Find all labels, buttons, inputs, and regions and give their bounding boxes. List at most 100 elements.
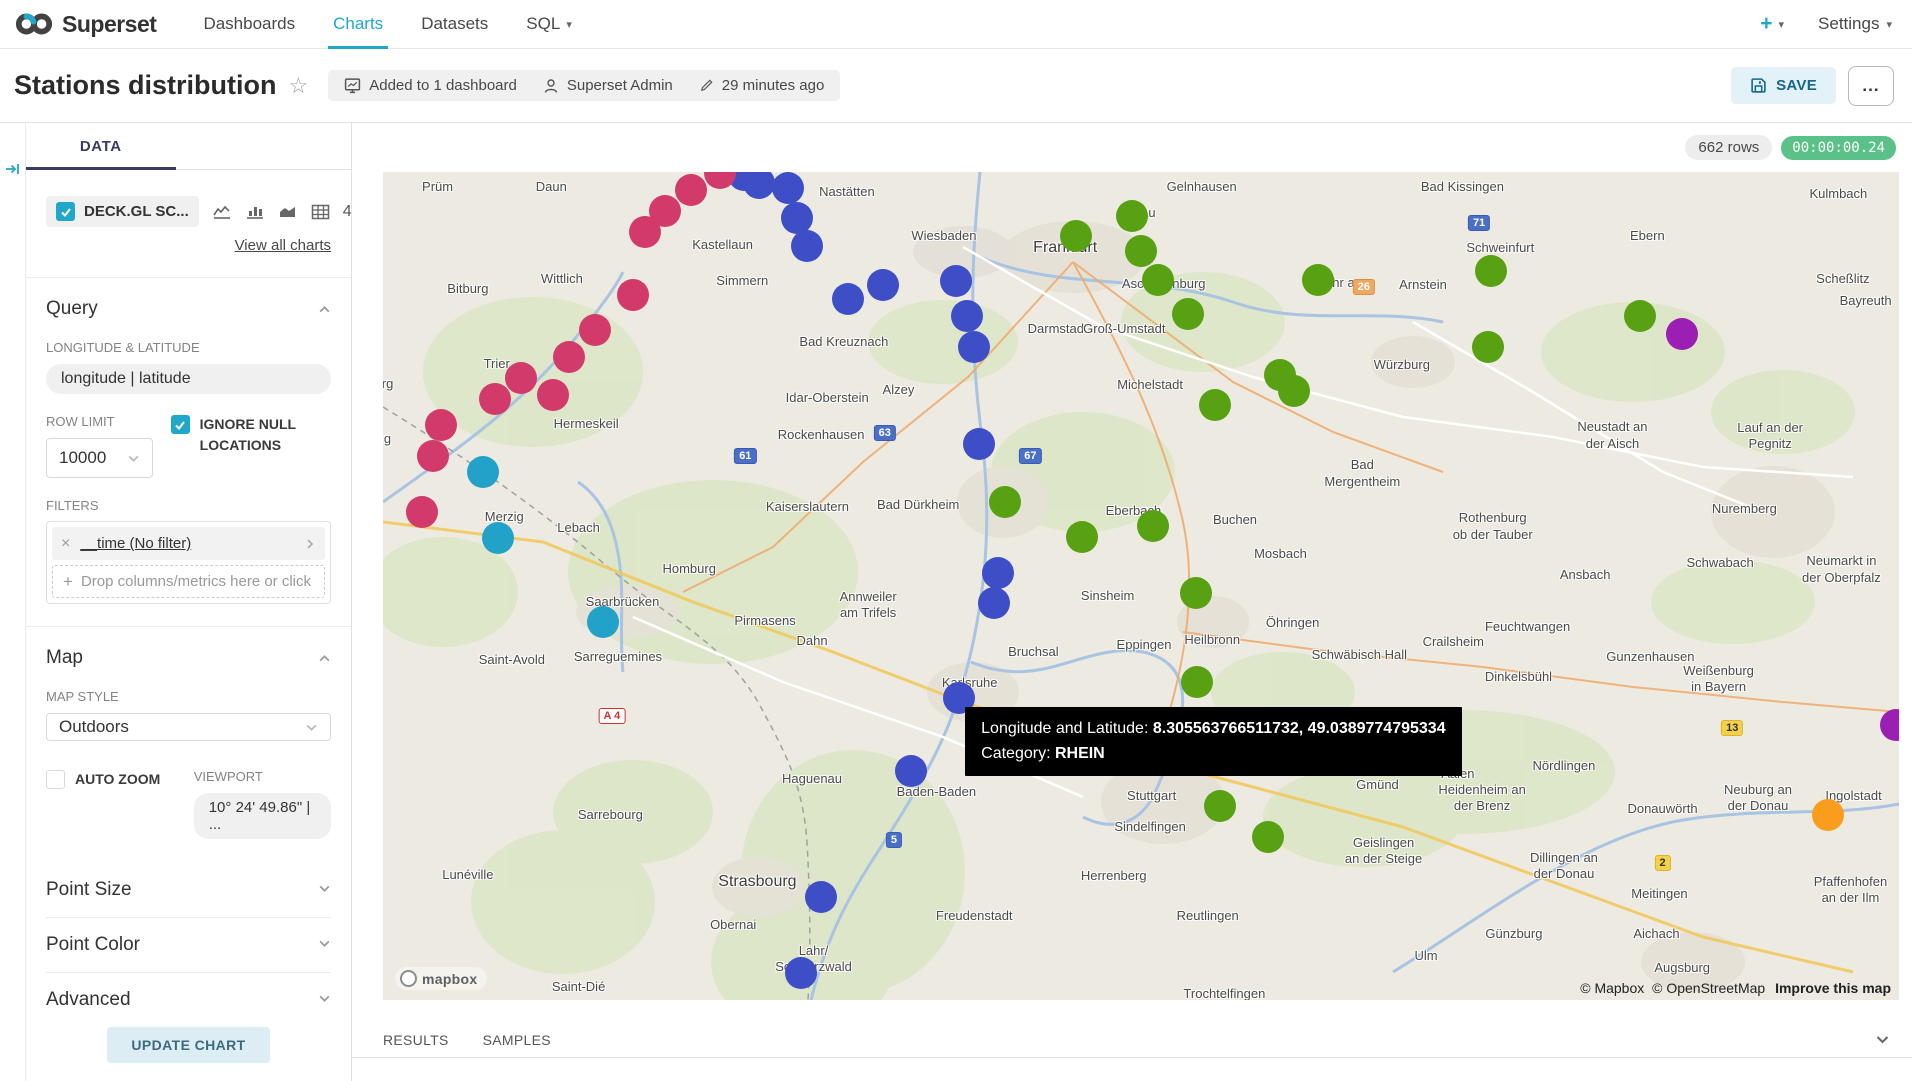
map-style-select[interactable]: Outdoors [46, 713, 331, 741]
section-point-color[interactable]: Point Color [46, 917, 331, 972]
map-point-green[interactable] [1142, 264, 1174, 296]
bar-chart-icon[interactable] [245, 204, 265, 220]
map-point-green[interactable] [1060, 220, 1092, 252]
map-point-green[interactable] [1199, 389, 1231, 421]
nav-item-dashboards[interactable]: Dashboards [184, 0, 314, 48]
map-point-green[interactable] [1125, 235, 1157, 267]
map-point-green[interactable] [1475, 255, 1507, 287]
map-point-pink[interactable] [425, 409, 457, 441]
map-point-green[interactable] [1278, 375, 1310, 407]
map-point-green[interactable] [1472, 331, 1504, 363]
ignore-null-checkbox[interactable]: IGNORE NULL LOCATIONS [171, 414, 331, 478]
map-point-blue[interactable] [963, 428, 995, 460]
map-point-green[interactable] [1204, 790, 1236, 822]
viz-type-4k[interactable]: 4k [343, 203, 352, 221]
filter-time-pill[interactable]: × __time (No filter) [52, 527, 325, 560]
map-point-blue[interactable] [785, 957, 817, 989]
map-point-pink[interactable] [417, 440, 449, 472]
filter-drop-zone[interactable]: + Drop columns/metrics here or click [52, 565, 325, 598]
deckgl-map[interactable]: PrümDaunNastättenGelnhausenBad Kissingen… [383, 172, 1899, 1000]
auto-zoom-checkbox[interactable]: AUTO ZOOM [46, 769, 176, 839]
improve-map-link[interactable]: Improve this map [1775, 980, 1891, 996]
map-point-green[interactable] [1066, 521, 1098, 553]
map-point-purple[interactable] [1666, 318, 1698, 350]
map-point-green[interactable] [1181, 666, 1213, 698]
map-point-blue[interactable] [805, 881, 837, 913]
update-chart-button[interactable]: UPDATE CHART [107, 1027, 269, 1063]
collapse-results-icon[interactable] [1875, 1032, 1890, 1047]
map-point-pink[interactable] [629, 216, 661, 248]
map-town-label: Donauwörth [1627, 801, 1697, 817]
modified-meta[interactable]: 29 minutes ago [699, 77, 825, 94]
map-point-blue[interactable] [867, 269, 899, 301]
map-point-pink[interactable] [617, 279, 649, 311]
map-point-blue[interactable] [951, 300, 983, 332]
lonlat-value-pill[interactable]: longitude | latitude [46, 364, 331, 394]
map-point-blue[interactable] [940, 265, 972, 297]
nav-item-label: Datasets [421, 14, 488, 34]
settings-menu[interactable]: Settings ▾ [1818, 14, 1892, 34]
map-point-blue[interactable] [978, 587, 1010, 619]
map-point-pink[interactable] [579, 314, 611, 346]
area-chart-icon[interactable] [278, 204, 298, 220]
map-section-header[interactable]: Map [46, 647, 331, 669]
favorite-star-icon[interactable]: ☆ [289, 73, 309, 99]
nav-item-charts[interactable]: Charts [314, 0, 402, 48]
row-limit-select[interactable]: 10000 [46, 438, 153, 478]
tab-samples[interactable]: SAMPLES [483, 1024, 551, 1056]
save-button[interactable]: SAVE [1731, 67, 1836, 104]
map-town-label: Kulmbach [1809, 186, 1867, 202]
superset-logo[interactable]: Superset [14, 0, 156, 48]
mapbox-logo[interactable]: mapbox [395, 967, 487, 990]
map-point-cyan[interactable] [467, 456, 499, 488]
map-point-cyan[interactable] [482, 522, 514, 554]
dashboards-meta[interactable]: Added to 1 dashboard [344, 77, 517, 94]
map-point-blue[interactable] [958, 331, 990, 363]
section-point-size[interactable]: Point Size [46, 863, 331, 917]
viz-type-deckgl-scatter[interactable]: DECK.GL SC... [46, 196, 199, 227]
mapbox-attribution-link[interactable]: © Mapbox [1580, 980, 1644, 996]
osm-attribution-link[interactable]: © OpenStreetMap [1652, 980, 1765, 996]
map-point-orange[interactable] [1812, 799, 1844, 831]
map-point-blue[interactable] [832, 283, 864, 315]
map-town-label: Idar-Oberstein [786, 390, 869, 406]
tab-data[interactable]: DATA [26, 123, 176, 170]
map-point-cyan[interactable] [587, 606, 619, 638]
map-point-green[interactable] [1624, 300, 1656, 332]
line-chart-icon[interactable] [212, 204, 232, 220]
map-point-pink[interactable] [479, 383, 511, 415]
map-point-green[interactable] [1172, 298, 1204, 330]
map-point-pink[interactable] [553, 341, 585, 373]
view-all-charts-link[interactable]: View all charts [235, 237, 331, 254]
map-point-pink[interactable] [406, 496, 438, 528]
more-actions-button[interactable]: ... [1848, 66, 1894, 106]
map-point-green[interactable] [1180, 577, 1212, 609]
section-advanced[interactable]: Advanced [46, 972, 331, 1027]
owner-meta[interactable]: Superset Admin [543, 77, 673, 94]
map-town-label: Bad Kissingen [1421, 179, 1504, 195]
new-item-dropdown[interactable]: + ▾ [1760, 12, 1784, 36]
map-point-green[interactable] [1252, 821, 1284, 853]
map-point-pink[interactable] [537, 379, 569, 411]
table-icon[interactable] [311, 204, 330, 220]
nav-item-sql[interactable]: SQL▾ [507, 0, 591, 48]
map-point-green[interactable] [1302, 264, 1334, 296]
viewport-value-pill[interactable]: 10° 24' 49.86" | ... [194, 793, 331, 839]
map-point-green[interactable] [989, 486, 1021, 518]
map-town-label: Simmern [716, 273, 768, 289]
map-point-blue[interactable] [772, 172, 804, 204]
remove-filter-icon[interactable]: × [61, 535, 70, 553]
map-point-blue[interactable] [791, 230, 823, 262]
map-point-blue[interactable] [895, 755, 927, 787]
map-point-green[interactable] [1137, 510, 1169, 542]
map-point-pink[interactable] [505, 362, 537, 394]
tab-results[interactable]: RESULTS [383, 1024, 449, 1056]
map-point-pink[interactable] [675, 174, 707, 206]
query-section-header[interactable]: Query [46, 298, 331, 320]
nav-item-datasets[interactable]: Datasets [402, 0, 507, 48]
expand-panel-icon[interactable] [5, 161, 21, 177]
map-town-label: Nastätten [819, 184, 875, 200]
map-town-label: Günzburg [1485, 926, 1542, 942]
map-point-blue[interactable] [982, 557, 1014, 589]
map-point-green[interactable] [1116, 200, 1148, 232]
